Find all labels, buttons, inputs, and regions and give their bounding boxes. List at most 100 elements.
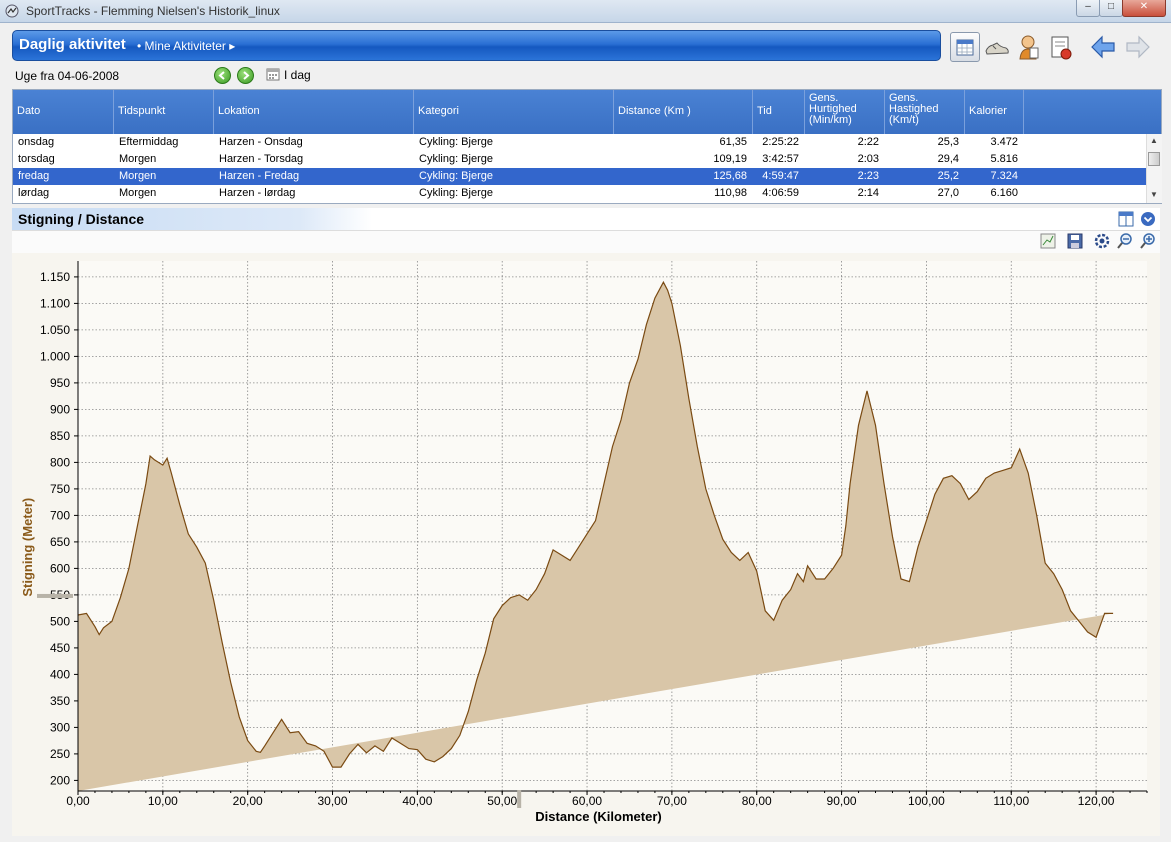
y-tick-label: 600 bbox=[50, 561, 70, 575]
chart-panel-title: Stigning / Distance bbox=[18, 211, 145, 227]
chevron-down-icon[interactable] bbox=[1140, 211, 1156, 227]
next-week-button[interactable] bbox=[237, 67, 254, 84]
y-tick-label: 1.100 bbox=[40, 296, 70, 310]
cell-date: onsdag bbox=[18, 136, 55, 148]
column-header-date[interactable]: Dato bbox=[13, 90, 114, 134]
elevation-chart-svg: 2002503003504004505005506006507007508008… bbox=[20, 261, 1148, 824]
layout-icon[interactable] bbox=[1118, 211, 1134, 227]
table-scrollbar[interactable]: ▲ ▼ bbox=[1146, 134, 1162, 203]
chart-panel-header: Stigning / Distance bbox=[12, 208, 1160, 231]
y-tick-label: 400 bbox=[50, 667, 70, 681]
cell-pace: 2:14 bbox=[857, 187, 879, 199]
x-axis-handle bbox=[517, 790, 522, 808]
view-title: Daglig aktivitet bbox=[19, 36, 126, 53]
breadcrumb-mine-aktiviteter[interactable]: • Mine Aktiviteter ▸ bbox=[137, 39, 235, 53]
table-row[interactable]: lørdag Morgen Harzen - lørdag Cykling: Bjer… bbox=[13, 185, 1146, 202]
y-tick-label: 200 bbox=[50, 773, 70, 787]
calendar-view-button[interactable] bbox=[950, 32, 980, 62]
athlete-icon[interactable] bbox=[1015, 34, 1041, 60]
x-tick-label: 20,00 bbox=[233, 794, 263, 808]
cell-location: Harzen - lørdag bbox=[219, 187, 296, 199]
scroll-down-icon[interactable]: ▼ bbox=[1150, 190, 1158, 199]
zoom-out-icon[interactable] bbox=[1117, 233, 1133, 249]
y-tick-label: 950 bbox=[50, 376, 70, 390]
y-tick-label: 1.150 bbox=[40, 270, 70, 284]
x-tick-label: 40,00 bbox=[402, 794, 432, 808]
x-tick-label: 0,00 bbox=[66, 794, 90, 808]
forward-arrow-icon[interactable] bbox=[1125, 34, 1151, 60]
cell-distance: 110,98 bbox=[714, 187, 747, 199]
y-axis-label: Stigning (Meter) bbox=[20, 498, 35, 597]
column-header-text: (Km/t) bbox=[889, 114, 919, 126]
cell-duration: 3:42:57 bbox=[762, 153, 799, 165]
save-icon[interactable] bbox=[1067, 233, 1083, 249]
back-arrow-icon[interactable] bbox=[1090, 34, 1116, 60]
x-tick-label: 10,00 bbox=[148, 794, 178, 808]
y-tick-label: 650 bbox=[50, 535, 70, 549]
cell-location: Harzen - Fredag bbox=[219, 170, 300, 182]
column-header-text: (Min/km) bbox=[809, 114, 852, 126]
cell-duration: 4:59:47 bbox=[762, 170, 799, 182]
column-header-duration[interactable]: Tid bbox=[753, 90, 805, 134]
cell-distance: 109,19 bbox=[713, 153, 747, 165]
column-header-text: Tid bbox=[757, 105, 772, 117]
cell-duration: 2:25:22 bbox=[762, 136, 799, 148]
minimize-button[interactable]: ‒ bbox=[1076, 0, 1100, 17]
x-tick-label: 90,00 bbox=[827, 794, 857, 808]
y-tick-label: 250 bbox=[50, 747, 70, 761]
scroll-up-icon[interactable]: ▲ bbox=[1150, 136, 1158, 145]
column-header-text: Distance (Km ) bbox=[618, 105, 691, 117]
table-row[interactable]: fredag Morgen Harzen - Fredag Cykling: Bjer… bbox=[13, 168, 1146, 185]
shoe-icon[interactable] bbox=[984, 34, 1010, 60]
calendar-icon bbox=[956, 39, 974, 56]
x-tick-label: 80,00 bbox=[742, 794, 772, 808]
settings-icon[interactable] bbox=[1094, 233, 1110, 249]
x-tick-label: 60,00 bbox=[572, 794, 602, 808]
zoom-in-icon[interactable] bbox=[1140, 233, 1156, 249]
column-header-text: Kategori bbox=[418, 105, 459, 117]
previous-week-button[interactable] bbox=[214, 67, 231, 84]
activity-table: Dato Tidspunkt Lokation Kategori Distance (K… bbox=[12, 89, 1162, 204]
cell-category: Cykling: Bjerge bbox=[419, 153, 493, 165]
maximize-button[interactable]: □ bbox=[1099, 0, 1123, 17]
arrow-right-icon bbox=[243, 71, 250, 80]
cell-speed: 29,4 bbox=[937, 153, 959, 165]
today-calendar-icon[interactable] bbox=[266, 67, 280, 81]
chart-detail-icon[interactable] bbox=[1040, 233, 1056, 249]
cell-duration: 4:06:59 bbox=[762, 187, 799, 199]
y-axis-handle bbox=[37, 593, 73, 598]
column-header-calories[interactable]: Kalorier bbox=[965, 90, 1024, 134]
table-row[interactable]: torsdag Morgen Harzen - Torsdag Cykling: Bj… bbox=[13, 151, 1146, 168]
table-row[interactable]: onsdag Eftermiddag Harzen - Onsdag Cykling:… bbox=[13, 134, 1146, 151]
column-header-category[interactable]: Kategori bbox=[414, 90, 614, 134]
elevation-chart: 2002503003504004505005506006507007508008… bbox=[12, 253, 1160, 836]
y-tick-label: 1.000 bbox=[40, 349, 70, 363]
column-header-text: Tidspunkt bbox=[118, 105, 166, 117]
column-header-time[interactable]: Tidspunkt bbox=[114, 90, 214, 134]
cell-date: fredag bbox=[18, 170, 50, 182]
column-header-pace[interactable]: Gens. Hurtighed (Min/km) bbox=[805, 90, 885, 134]
cell-location: Harzen - Torsdag bbox=[219, 153, 304, 165]
cell-speed: 25,2 bbox=[937, 170, 959, 182]
column-header-distance[interactable]: Distance (Km ) bbox=[614, 90, 753, 134]
cell-time: Morgen bbox=[119, 187, 157, 199]
column-header-location[interactable]: Lokation bbox=[214, 90, 414, 134]
y-tick-label: 900 bbox=[50, 402, 70, 416]
x-axis-label: Distance (Kilometer) bbox=[535, 809, 661, 824]
cell-time: Morgen bbox=[119, 170, 157, 182]
cell-distance: 125,68 bbox=[713, 170, 747, 182]
column-header-speed[interactable]: Gens. Hastighed (Km/t) bbox=[885, 90, 965, 134]
equipment-icon[interactable] bbox=[1048, 34, 1074, 60]
cell-time: Eftermiddag bbox=[119, 136, 179, 148]
close-button[interactable]: ✕ bbox=[1122, 0, 1166, 17]
y-tick-label: 800 bbox=[50, 455, 70, 469]
cell-category: Cykling: Bjerge bbox=[419, 187, 493, 199]
cell-category: Cykling: Bjerge bbox=[419, 170, 493, 182]
scrollbar-thumb[interactable] bbox=[1148, 152, 1160, 166]
x-tick-label: 70,00 bbox=[657, 794, 687, 808]
today-button[interactable]: I dag bbox=[284, 68, 311, 82]
window-title-bar: SportTracks - Flemming Nielsen's Histori… bbox=[0, 0, 1171, 23]
column-header-text: Kalorier bbox=[969, 105, 1007, 117]
table-header: Dato Tidspunkt Lokation Kategori Distance (K… bbox=[13, 90, 1161, 134]
y-tick-label: 750 bbox=[50, 482, 70, 496]
